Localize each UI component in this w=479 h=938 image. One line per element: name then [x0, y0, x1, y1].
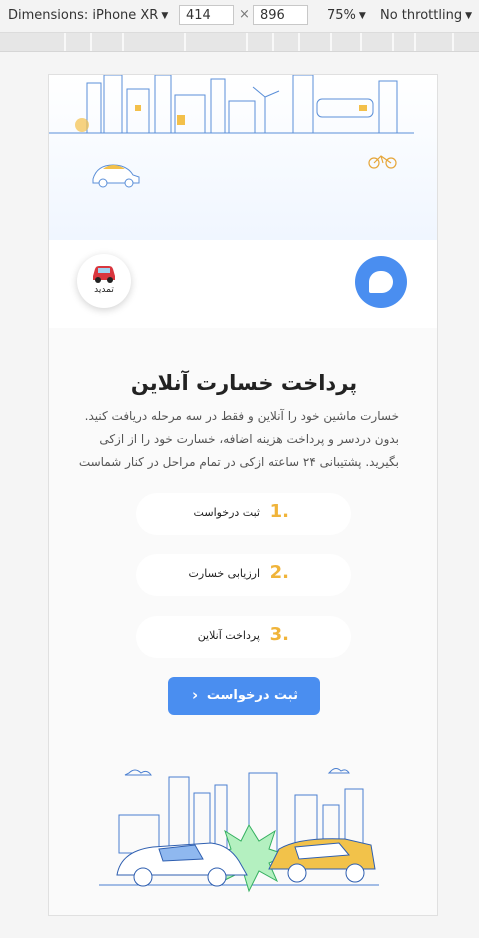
speech-bubble-icon[interactable] [355, 256, 407, 308]
dimensions-label: Dimensions: iPhone XR [8, 8, 159, 23]
caret-down-icon: ▼ [161, 11, 169, 21]
submit-request-label: ثبت درخواست [206, 688, 298, 703]
devtools-toolbar: Dimensions: iPhone XR ▼ 414 × 896 75% ▼ No… [0, 0, 479, 33]
zoom-dropdown[interactable]: 75% ▼ [327, 8, 366, 23]
device-viewport: تمدید پرداخت خسارت آنلاین خسارت ماشین خو… [48, 74, 438, 916]
step-label: پرداخت آنلاین [197, 629, 260, 642]
renew-label: تمدید [94, 285, 114, 295]
throttling-label: No throttling [380, 8, 463, 23]
car-icon [93, 266, 115, 283]
step-number: 2. [269, 562, 289, 583]
page-description: خسارت ماشین خود را آنلاین و فقط در سه مر… [78, 409, 399, 469]
times-separator: × [239, 7, 250, 22]
step-label: ارزیابی خسارت [188, 567, 260, 580]
caret-down-icon: ▼ [358, 11, 366, 21]
car-accident-illustration [99, 768, 379, 893]
caret-down-icon: ▼ [465, 11, 472, 21]
app-header: تمدید [49, 240, 437, 328]
height-input[interactable]: 896 [253, 5, 308, 25]
submit-request-button[interactable]: ثبت درخواست › [168, 677, 320, 715]
step-item: 1. ثبت درخواست [136, 493, 351, 535]
renew-button[interactable]: تمدید [77, 254, 131, 308]
chevron-left-icon: › [192, 686, 199, 704]
page-title: پرداخت خسارت آنلاین [130, 371, 358, 395]
width-input[interactable]: 414 [179, 5, 234, 25]
dimensions-dropdown[interactable]: Dimensions: iPhone XR ▼ [8, 8, 168, 23]
hero-illustration [49, 75, 437, 240]
step-number: 3. [269, 624, 289, 645]
zoom-label: 75% [327, 8, 356, 23]
media-query-ruler[interactable] [0, 33, 479, 52]
step-label: ثبت درخواست [193, 506, 260, 519]
city-skyline-illustration [49, 75, 414, 188]
step-item: 2. ارزیابی خسارت [136, 554, 351, 596]
step-number: 1. [269, 501, 289, 522]
throttling-dropdown[interactable]: No throttling ▼ [380, 8, 472, 23]
step-item: 3. پرداخت آنلاین [136, 616, 351, 658]
